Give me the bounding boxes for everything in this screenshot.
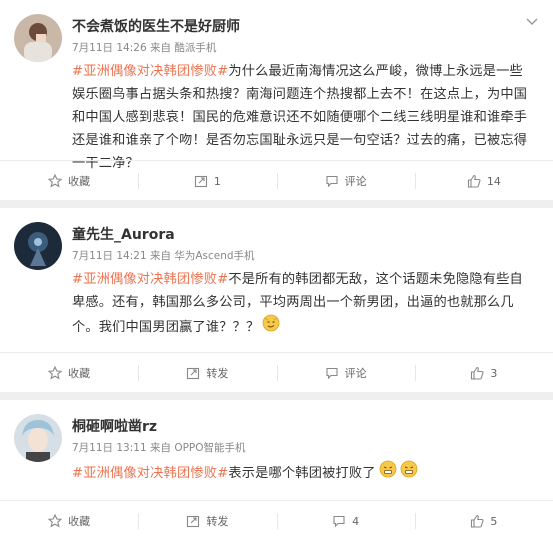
post-meta: 7月11日 14:26 来自 酷派手机 [72,42,217,54]
post-text: #亚洲偶像对决韩团惨败#为什么最近南海情况这么严峻，微博上永远是一些娱乐圈鸟事占… [72,60,535,175]
hashtag-link[interactable]: #亚洲偶像对决韩团惨败# [72,272,228,287]
like-button[interactable]: 5 [414,501,553,541]
action-bar: 收藏 1 评论 14 [0,160,553,201]
star-icon [48,366,63,380]
post-card: 桐砸啊啦凿rz 7月11日 13:11 来自 OPPO智能手机 #亚洲偶像对决韩… [0,400,553,541]
action-bar: 收藏 转发 4 5 [0,500,553,541]
smirk-emoji-icon [262,314,280,340]
post-text: #亚洲偶像对决韩团惨败#表示是哪个韩团被打败了 [72,460,535,486]
avatar[interactable] [14,14,62,62]
like-count: 5 [490,514,498,528]
thumbs-up-icon [471,514,484,528]
post-text: #亚洲偶像对决韩团惨败#不是所有的韩团都无敌，这个话题未免隐隐有些自卑感。还有，… [72,268,535,340]
grimace-emoji-icon [379,460,397,486]
favorite-label: 收藏 [68,367,91,380]
avatar[interactable] [14,414,62,462]
post-body: 表示是哪个韩团被打败了 [228,466,376,481]
avatar[interactable] [14,222,62,270]
comment-button[interactable]: 4 [276,501,415,541]
username[interactable]: 不会煮饭的医生不是好厨师 [72,16,240,36]
post-card: 不会煮饭的医生不是好厨师 7月11日 14:26 来自 酷派手机 #亚洲偶像对决… [0,0,553,200]
post-meta: 7月11日 14:21 来自 华为Ascend手机 [72,250,255,262]
post-meta: 7月11日 13:11 来自 OPPO智能手机 [72,442,246,454]
repost-count: 1 [213,174,221,188]
favorite-button[interactable]: 收藏 [0,353,138,393]
like-button[interactable]: 14 [414,161,553,201]
star-icon [48,174,63,188]
action-bar: 收藏 转发 评论 3 [0,352,553,393]
username[interactable]: 童先生_Aurora [72,224,175,244]
repost-icon [187,515,200,528]
separator [0,392,553,400]
thumbs-up-icon [471,366,484,380]
favorite-button[interactable]: 收藏 [0,161,138,201]
like-count: 14 [486,174,501,188]
thumbs-up-icon [467,174,481,188]
comment-button[interactable]: 评论 [276,161,415,201]
comment-icon [333,515,345,528]
repost-label: 转发 [206,367,229,380]
repost-button[interactable]: 转发 [138,501,276,541]
comment-icon [326,175,338,188]
post-body: 为什么最近南海情况这么严峻，微博上永远是一些娱乐圈鸟事占据头条和热搜？南海问题连… [72,64,528,171]
hashtag-link[interactable]: #亚洲偶像对决韩团惨败# [72,64,228,79]
favorite-button[interactable]: 收藏 [0,501,138,541]
hashtag-link[interactable]: #亚洲偶像对决韩团惨败# [72,466,228,481]
repost-icon [194,175,207,188]
post-card: 童先生_Aurora 7月11日 14:21 来自 华为Ascend手机 #亚洲… [0,208,553,392]
like-button[interactable]: 3 [414,353,553,393]
comment-button[interactable]: 评论 [276,353,415,393]
favorite-label: 收藏 [68,175,91,188]
repost-button[interactable]: 转发 [138,353,276,393]
chevron-down-icon[interactable] [525,13,539,27]
separator [0,200,553,208]
like-count: 3 [490,366,498,380]
grimace-emoji-icon [400,460,418,486]
star-icon [48,514,63,528]
comment-label: 评论 [344,367,367,380]
repost-label: 转发 [206,515,229,528]
username[interactable]: 桐砸啊啦凿rz [72,416,157,436]
favorite-label: 收藏 [68,515,91,528]
comment-count: 4 [352,514,360,528]
comment-label: 评论 [344,175,367,188]
repost-icon [187,367,200,380]
repost-button[interactable]: 1 [138,161,276,201]
comment-icon [326,367,338,380]
